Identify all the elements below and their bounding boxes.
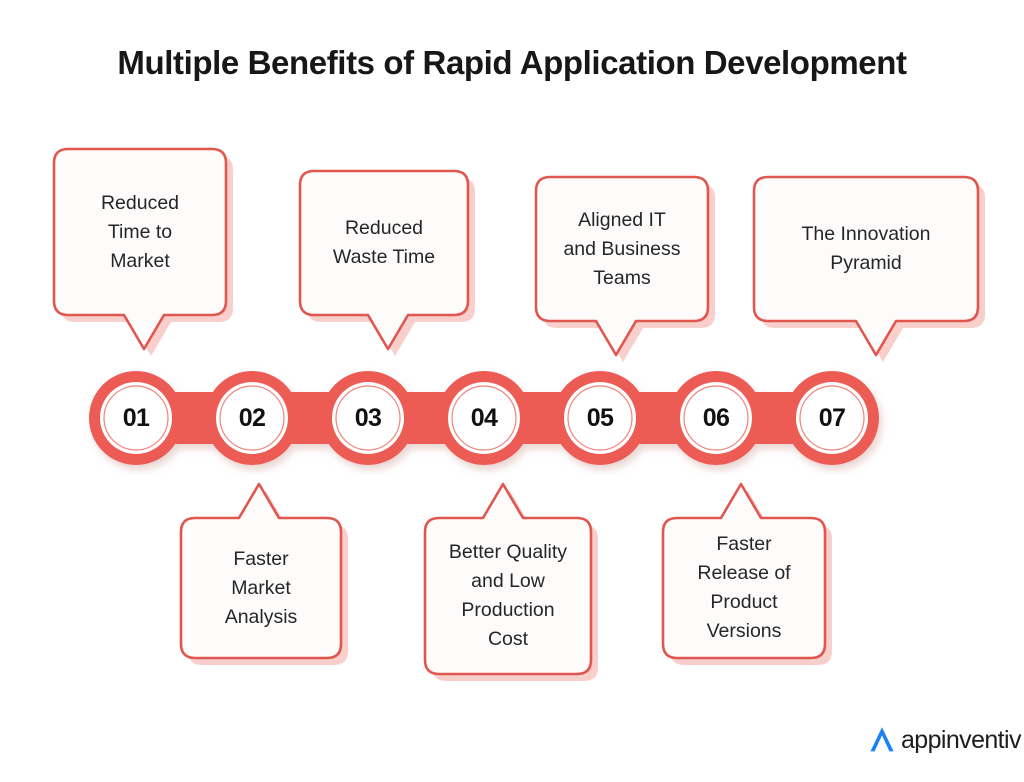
callout-step-04[interactable]: Better Quality and Low Production Cost	[415, 482, 605, 694]
page-title: Multiple Benefits of Rapid Application D…	[117, 44, 907, 81]
callout-step-05[interactable]: Aligned IT and Business Teams	[524, 169, 720, 369]
chain-node-03[interactable]: 03	[338, 388, 398, 448]
callout-text-06: Faster Release of Product Versions	[697, 533, 791, 642]
callout-text-03: Reduced Waste Time	[332, 217, 436, 268]
appinventiv-logo[interactable]: appinventiv	[866, 724, 1021, 756]
callout-text-02: Faster Market Analysis	[224, 547, 298, 628]
callout-text-05: Aligned IT and Business Teams	[563, 208, 681, 289]
callout-text-01: Reduced Time to Market	[100, 191, 180, 272]
chain-node-02[interactable]: 02	[222, 388, 282, 448]
chain-node-04[interactable]: 04	[454, 388, 514, 448]
appinventiv-logo-text: appinventiv	[901, 725, 1021, 754]
callout-step-03[interactable]: Reduced Waste Time	[288, 163, 480, 363]
callout-text-04: Better Quality and Low Production Cost	[448, 541, 568, 650]
callout-text-07: The Innovation Pyramid	[801, 223, 931, 274]
chain-node-01[interactable]: 01	[106, 388, 166, 448]
appinventiv-a-mark-icon	[870, 727, 894, 752]
callout-step-06[interactable]: Faster Release of Product Versions	[653, 482, 839, 678]
callout-step-07[interactable]: The Innovation Pyramid	[742, 169, 986, 369]
chain-node-05[interactable]: 05	[570, 388, 630, 448]
chain-node-07[interactable]: 07	[802, 388, 862, 448]
callout-step-02[interactable]: Faster Market Analysis	[171, 482, 355, 678]
process-chain: 01 02 03 04 05 06 07	[86, 362, 918, 480]
infographic-canvas: Multiple Benefits of Rapid Application D…	[0, 0, 1024, 782]
callout-step-01[interactable]: Reduced Time to Market	[40, 141, 236, 363]
chain-node-06[interactable]: 06	[686, 388, 746, 448]
